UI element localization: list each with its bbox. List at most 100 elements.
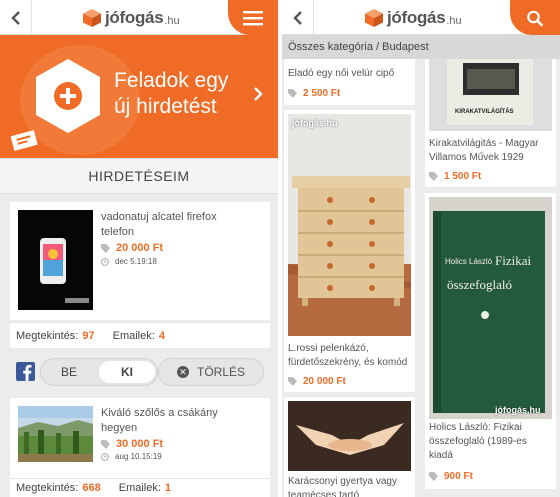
active-toggle[interactable]: BE KI [40,358,158,386]
ad-thumbnail [18,210,93,310]
search-button[interactable] [510,0,560,35]
watermark: jófogás.hu [495,405,541,415]
logo-cube-icon [83,9,101,27]
clock-icon [101,452,109,461]
ad-stats: Megtekintés: 97 Emailek: 4 [10,322,270,348]
my-ads-screen: jófogás .hu Feladok egy új hirdetést HIR… [0,0,278,497]
listing-title-line-1: Holics László: Fizikai [429,422,522,433]
price-tag-icon [429,172,438,181]
top-bar: jófogás .hu [0,0,278,35]
brand-logo[interactable]: jófogás .hu [364,7,462,29]
listing-image [288,401,411,471]
menu-button[interactable] [228,0,278,35]
banner-line-1: Feladok egy [114,69,229,92]
listing-card[interactable]: Karácsonyi gyertya vagy teamécses tartó [284,397,415,497]
brand-logo[interactable]: jófogás .hu [82,7,180,29]
price-tag-icon [101,243,110,253]
views-label: Megtekintés: [16,329,79,342]
hamburger-menu-icon [243,10,263,25]
ad-title-line-2: telefon [101,226,135,238]
ad-title[interactable]: vadonatuj alcatel firefox telefon [101,210,261,240]
chevron-left-icon [10,10,20,25]
facebook-share-button[interactable] [16,362,35,381]
views-count: 668 [82,482,101,494]
watermark: jófogás.hu [292,118,338,128]
emails-count: 4 [158,329,165,342]
listing-image: Holics László Fizikai összefoglaló jófog… [429,197,552,419]
listing-price-value: 1 500 Ft [444,171,482,182]
listing-card[interactable]: Holics László Fizikai összefoglaló jófog… [425,193,556,489]
top-bar: jófogás .hu [282,0,560,35]
listing-title-line-1: L.rossi pelenkázó, [288,343,369,354]
ad-price: 20 000 Ft [101,242,163,254]
price-tag-icon [429,472,438,481]
ad-date: aug 10.15:19 [101,452,162,461]
banner-text: Feladok egy új hirdetést [114,68,228,120]
listing-card[interactable]: KIRAKATVILÁGÍTÁS Kirakatvilágitás - Magy… [425,59,556,187]
breadcrumb[interactable]: Összes kategória / Budapest [282,35,560,59]
emails-label: Emailek: [118,482,161,494]
ad-price-value: 20 000 Ft [116,242,164,254]
listing-title-line-2: összefoglaló (1989-es [429,436,527,447]
logo-tld: .hu [164,14,180,27]
my-ad-card[interactable]: vadonatuj alcatel firefox telefon 20 000… [10,202,270,320]
views-label: Megtekintés: [16,482,79,494]
listing-title: Holics László: Fizikai összefoglaló (198… [429,421,552,463]
ad-stats: Megtekintés: 668 Emailek: 1 [10,478,270,497]
book-author: Holics László [445,257,493,266]
ad-title-line-1: vadonatuj alcatel firefox [101,211,217,223]
listing-price-value: 20 000 Ft [303,376,346,387]
listing-title: Karácsonyi gyertya vagy teamécses tartó [288,475,411,497]
listing-card[interactable]: Eladó egy női velúr cipő 2 500 Ft [284,59,415,105]
close-icon: ✕ [176,366,189,378]
logo-word: jófogás [105,8,164,27]
logo-word: jófogás [387,8,446,27]
listing-title-line-2: fürdetőszekrény, és komód [288,357,408,368]
price-tag-icon [101,439,110,449]
price-tag-icon [288,377,297,386]
toggle-on-option[interactable]: BE [41,359,97,385]
chevron-left-icon [292,10,302,25]
banner-line-2: új hirdetést [114,95,217,118]
listing-title-line-2: teamécses tartó [288,490,360,497]
back-button[interactable] [0,0,32,35]
section-title: HIRDETÉSEIM [0,158,278,194]
listing-price: 2 500 Ft [288,88,340,99]
chevron-right-icon [254,87,263,101]
delete-button[interactable]: ✕ TÖRLÉS [158,358,264,386]
ticket-icon [10,129,40,151]
listing-card[interactable]: jófogás.hu L.rossi pelenkázó, fürdetősze… [284,110,415,392]
listing-price: 900 Ft [429,471,473,482]
my-ad-card[interactable]: Kiváló szőlős a csákány hegyen 30 000 Ft… [10,398,270,478]
listing-title: Eladó egy női velúr cipő [288,68,395,79]
ad-price-value: 30 000 Ft [116,438,164,450]
listing-price-value: 900 Ft [444,471,473,482]
box-label: KIRAKATVILÁGÍTÁS [455,109,514,115]
listing-image: KIRAKATVILÁGÍTÁS [429,59,552,131]
clock-icon [101,257,109,266]
emails-label: Emailek: [112,329,155,342]
ad-price: 30 000 Ft [101,438,163,450]
ad-thumbnail [18,406,93,462]
ad-title[interactable]: Kiváló szőlős a csákány hegyen [101,406,261,436]
views-count: 97 [82,329,95,342]
ad-title-line-2: hegyen [101,422,138,434]
back-button[interactable] [282,0,314,35]
book-title-line-2: összefoglaló [447,277,512,292]
search-icon [527,10,543,26]
plus-hexagon-icon [33,57,103,135]
ad-date-value: aug 10.15:19 [115,452,162,461]
listing-title-line-3: kiadá [429,450,453,461]
listings-screen: jófogás .hu Összes kategória / Budapest … [282,0,560,497]
ad-title-line-1: Kiváló szőlős a csákány [101,407,218,419]
listing-title-line-1: Karácsonyi gyertya vagy [288,476,397,487]
ad-controls: BE KI ✕ TÖRLÉS [10,353,270,391]
price-tag-icon [288,89,297,98]
toggle-off-option[interactable]: KI [99,361,155,383]
listing-title: L.rossi pelenkázó, fürdetőszekrény, és k… [288,342,411,370]
delete-label: TÖRLÉS [196,365,245,379]
post-new-ad-banner[interactable]: Feladok egy új hirdetést [0,35,278,158]
listing-price-value: 2 500 Ft [303,88,341,99]
listing-title: Kirakatvilágitás - Magyar Villamos Művek… [429,137,552,165]
logo-tld: .hu [446,14,462,27]
